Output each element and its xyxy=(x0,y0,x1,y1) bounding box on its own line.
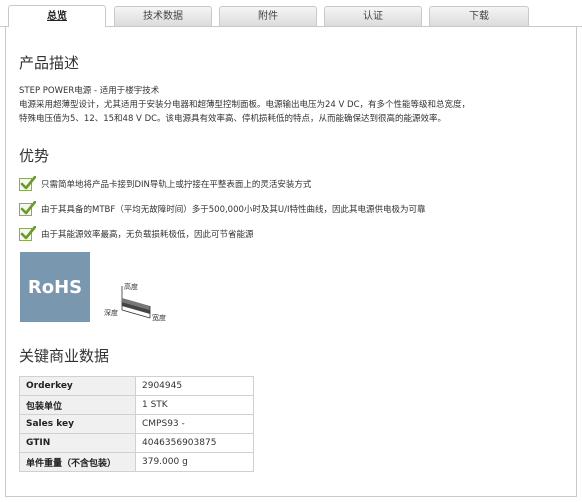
advantage-item: 由于其能源效率最高，无负载损耗极低，因此可节省能源 xyxy=(19,225,254,242)
row-value: CMPS93 - xyxy=(135,414,254,434)
table-row: Orderkey 2904945 xyxy=(19,376,254,396)
business-data-heading: 关键商业数据 xyxy=(19,347,110,365)
width-label: 宽度 xyxy=(152,314,166,322)
advantage-text: 由于其具备的MTBF（平均无故障时间）多于500,000小时及其U/I特性曲线，… xyxy=(41,205,426,215)
table-row: 包装单位 1 STK xyxy=(19,395,254,415)
row-key: 包装单位 xyxy=(19,395,136,415)
tab-downloads[interactable]: 下载 xyxy=(429,6,529,26)
description-line-2: 电源采用超薄型设计，尤其适用于安装分电器和超薄型控制面板。电源输出电压为24 V… xyxy=(19,100,471,110)
checkmark-icon xyxy=(19,175,36,191)
table-row: Sales key CMPS93 - xyxy=(19,414,254,434)
advantage-item: 只需简单地将产品卡接到DIN导轨上或拧接在平整表面上的灵活安装方式 xyxy=(19,175,312,192)
business-data-table: Orderkey 2904945 包装单位 1 STK Sales key CM… xyxy=(19,376,254,472)
advantages-heading: 优势 xyxy=(19,147,50,165)
row-key: Sales key xyxy=(19,414,136,434)
advantage-text: 只需简单地将产品卡接到DIN导轨上或拧接在平整表面上的灵活安装方式 xyxy=(41,180,312,190)
checkmark-icon xyxy=(19,200,36,216)
row-key: 单件重量（不含包装） xyxy=(19,452,136,472)
row-value: 1 STK xyxy=(135,395,254,415)
tab-certification[interactable]: 认证 xyxy=(324,6,422,26)
advantage-text: 由于其能源效率最高，无负载损耗极低，因此可节省能源 xyxy=(41,230,254,240)
row-key: GTIN xyxy=(19,433,136,453)
dimension-box-icon xyxy=(121,286,151,319)
row-value: 4046356903875 xyxy=(135,433,254,453)
depth-label: 深度 xyxy=(104,309,118,317)
advantage-item: 由于其具备的MTBF（平均无故障时间）多于500,000小时及其U/I特性曲线，… xyxy=(19,200,426,217)
rohs-logo: RoHS xyxy=(20,252,90,322)
description-heading: 产品描述 xyxy=(19,54,80,72)
tab-accessories[interactable]: 附件 xyxy=(219,6,317,26)
table-row: 单件重量（不含包装） 379.000 g xyxy=(19,452,254,472)
table-row: GTIN 4046356903875 xyxy=(19,433,254,453)
checkmark-icon xyxy=(19,225,36,241)
tab-technical-data[interactable]: 技术数据 xyxy=(114,6,212,26)
row-value: 379.000 g xyxy=(135,452,254,472)
height-label: 高度 xyxy=(124,283,138,291)
dimensions-diagram: 高度 深度 宽度 xyxy=(100,280,180,325)
tab-overview[interactable]: 总览 xyxy=(8,5,106,27)
description-line-1: STEP POWER电源 - 适用于楼宇技术 xyxy=(19,86,160,96)
row-value: 2904945 xyxy=(135,376,254,396)
row-key: Orderkey xyxy=(19,376,136,396)
description-line-3: 特殊电压值为5、12、15和48 V DC。该电源具有效率高、停机损耗低的特点，… xyxy=(19,114,447,124)
